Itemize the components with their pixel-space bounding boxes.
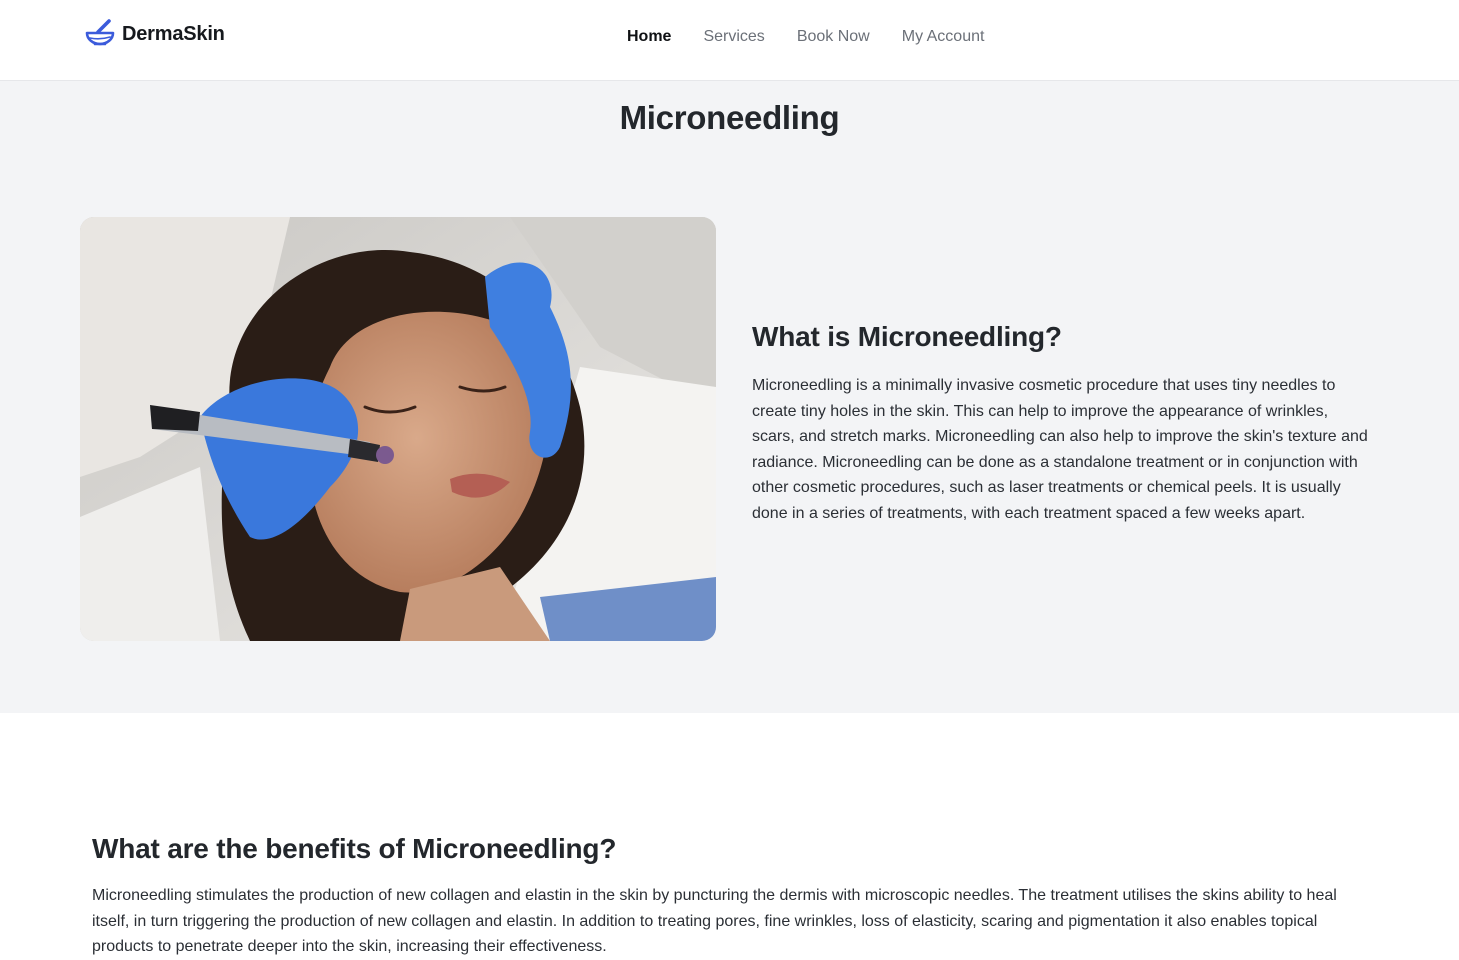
page-title: Microneedling [619, 99, 840, 136]
what-is-heading: What is Microneedling? [752, 321, 1062, 352]
treatment-photo-illustration [80, 217, 716, 641]
benefits-section: What are the benefits of Microneedling? … [0, 713, 1459, 955]
treatment-photo [80, 217, 716, 641]
mortar-pestle-icon [85, 19, 115, 46]
what-is-block: What is Microneedling? Microneedling is … [752, 319, 1372, 527]
benefits-heading: What are the benefits of Microneedling? [92, 833, 617, 864]
what-is-body: Microneedling is a minimally invasive co… [752, 377, 1368, 522]
nav-item-home[interactable]: Home [627, 28, 671, 46]
nav-item-book-now[interactable]: Book Now [797, 28, 870, 46]
benefits-body: Microneedling stimulates the production … [92, 887, 1337, 956]
nav-item-services[interactable]: Services [703, 28, 764, 46]
brand-name: DermaSkin [122, 22, 225, 45]
site-header: DermaSkin Home Services Book Now My Acco… [0, 0, 1459, 81]
intro-section: Microneedling What is Microneedling? Mic… [0, 81, 1459, 713]
nav-item-my-account[interactable]: My Account [902, 28, 985, 46]
brand-logo-link[interactable]: DermaSkin [84, 18, 225, 50]
main-nav: Home Services Book Now My Account [627, 26, 984, 48]
